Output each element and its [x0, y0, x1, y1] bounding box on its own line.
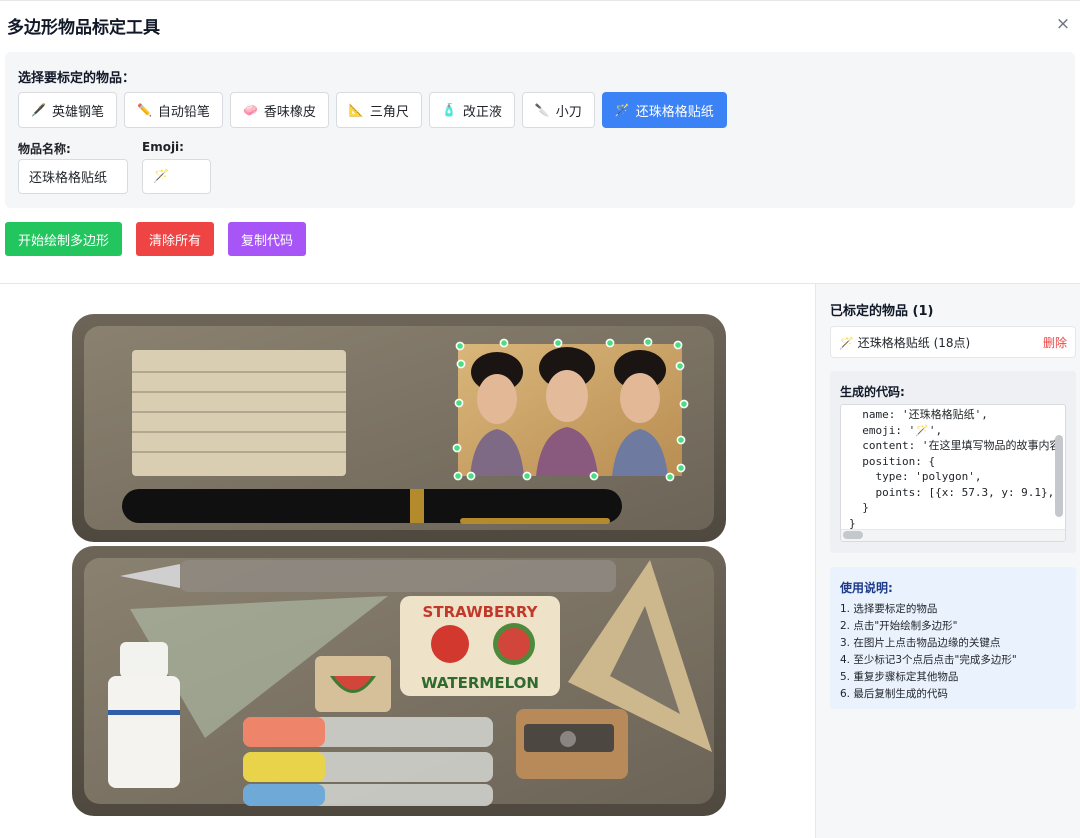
dialog-title: 多边形物品标定工具 [7, 18, 160, 38]
polygon-vertex[interactable] [673, 340, 683, 350]
action-bar: 开始绘制多边形 清除所有 复制代码 [5, 222, 307, 256]
item-chip-label: 自动铅笔 [157, 104, 210, 120]
polygon-vertex[interactable] [553, 338, 563, 348]
item-chip-label: 三角尺 [369, 104, 409, 120]
item-chip-eraser[interactable]: 🧼 香味橡皮 [229, 92, 329, 128]
instruction-step: 4. 至少标记3个点后点击"完成多边形" [840, 654, 1017, 666]
start-polygon-button[interactable]: 开始绘制多边形 [5, 222, 123, 256]
instruction-step: 3. 在图片上点击物品边缘的关键点 [840, 637, 1001, 649]
bottle-icon: 🧴 [441, 103, 457, 117]
marked-item-row: 🪄 还珠格格贴纸 (18点) 删除 [830, 326, 1076, 358]
instruction-step: 5. 重复步骤标定其他物品 [840, 671, 959, 683]
emoji-field[interactable]: 🪄 [142, 159, 211, 194]
small-eraser [315, 656, 391, 712]
polygon-vertex[interactable] [466, 471, 476, 481]
knife-icon: 🔪 [534, 103, 550, 117]
code-output[interactable]: name: '还珠格格贴纸', emoji: '🪄', content: '在这… [840, 404, 1066, 542]
eraser-text-top: STRAWBERRY [423, 603, 539, 621]
pen-icon: 🖋️ [31, 103, 46, 117]
code-line: points: [{x: 57.3, y: 9.1}, [849, 485, 1055, 499]
item-chip-pen[interactable]: 🖋️ 英雄钢笔 [18, 92, 117, 128]
name-field[interactable]: 还珠格格贴纸 [18, 159, 128, 194]
generated-code-title: 生成的代码: [840, 385, 905, 399]
selector-label: 选择要标定的物品： [18, 71, 136, 86]
code-line: } [849, 501, 869, 514]
polygon-vertex[interactable] [456, 359, 466, 369]
item-chip-ruler[interactable]: 📐 三角尺 [335, 92, 422, 128]
vertical-scrollbar[interactable] [1055, 435, 1063, 517]
fountain-pen [122, 489, 622, 524]
item-chip-correction-fluid[interactable]: 🧴 改正液 [428, 92, 515, 128]
horizontal-scroll-track [841, 529, 1065, 541]
pencil-icon: ✏️ [136, 103, 152, 117]
polygon-vertex[interactable] [452, 443, 462, 453]
eraser-text-bottom: WATERMELON [421, 674, 539, 692]
close-icon[interactable]: × [1052, 13, 1074, 35]
mechanical-pencil [120, 560, 616, 592]
polygon-vertex[interactable] [676, 463, 686, 473]
polygon-vertex[interactable] [675, 361, 685, 371]
pencil-sharpener [516, 709, 628, 779]
strawberry-eraser: STRAWBERRY WATERMELON [400, 596, 560, 696]
eraser-icon: 🧼 [242, 103, 258, 117]
polygon-vertex[interactable] [665, 472, 675, 482]
polygon-vertex[interactable] [455, 341, 465, 351]
generated-code-panel: 生成的代码: name: '还珠格格贴纸', emoji: '🪄', conte… [830, 371, 1076, 553]
instructions-title: 使用说明: [840, 581, 893, 595]
code-line: emoji: '🪄', [849, 423, 943, 437]
instruction-step: 1. 选择要标定的物品 [840, 603, 938, 615]
item-chip-label: 还珠格格贴纸 [635, 104, 714, 120]
clear-all-button[interactable]: 清除所有 [136, 222, 215, 256]
code-line: content: '在这里填写物品的故事内容 [849, 439, 1061, 452]
polygon-vertex[interactable] [643, 337, 653, 347]
polygon-vertex[interactable] [676, 435, 686, 445]
polygon-vertex[interactable] [522, 471, 532, 481]
triangle-ruler-icon: 📐 [348, 103, 364, 117]
marked-item-label: 🪄 还珠格格贴纸 (18点) [839, 335, 971, 350]
code-line: name: '还珠格格贴纸', [849, 408, 988, 421]
delete-button[interactable]: 删除 [1043, 334, 1067, 351]
item-chip-label: 英雄钢笔 [51, 104, 104, 120]
item-chip-pencil[interactable]: ✏️ 自动铅笔 [123, 92, 223, 128]
polygon-vertex[interactable] [499, 338, 509, 348]
instruction-step: 2. 点击"开始绘制多边形" [840, 620, 958, 632]
item-chip-label: 改正液 [462, 104, 502, 120]
item-chip-label: 小刀 [555, 104, 582, 120]
code-line: position: { [849, 454, 936, 468]
emoji-field-label: Emoji: [142, 140, 184, 154]
highlighters [243, 717, 493, 806]
item-chip-label: 香味橡皮 [263, 104, 316, 120]
item-selector-panel: 选择要标定的物品： 🖋️ 英雄钢笔 ✏️ 自动铅笔 🧼 香味橡皮 📐 三角尺 🧴 改正液 … [5, 52, 1075, 208]
horizontal-scrollbar[interactable] [843, 531, 863, 539]
magic-wand-icon: 🪄 [614, 103, 630, 117]
instructions-list: 1. 选择要标定的物品 2. 点击"开始绘制多边形" 3. 在图片上点击物品边缘… [840, 601, 1017, 703]
copy-code-button[interactable]: 复制代码 [228, 222, 307, 256]
instruction-step: 6. 最后复制生成的代码 [840, 688, 948, 700]
instructions-panel: 使用说明: 1. 选择要标定的物品 2. 点击"开始绘制多边形" 3. 在图片上… [830, 567, 1076, 709]
item-chip-sticker[interactable]: 🪄 还珠格格贴纸 [601, 92, 727, 128]
polygon-vertex[interactable] [679, 399, 689, 409]
name-field-label: 物品名称: [18, 142, 71, 156]
sticker-image [458, 344, 682, 476]
polygon-vertex[interactable] [605, 338, 615, 348]
polygon-vertex[interactable] [453, 471, 463, 481]
code-text: name: '还珠格格贴纸', emoji: '🪄', content: '在这… [849, 407, 1060, 531]
lined-card [132, 350, 346, 476]
marked-items-title: 已标定的物品 (1) [830, 304, 934, 319]
item-chip-list: 🖋️ 英雄钢笔 ✏️ 自动铅笔 🧼 香味橡皮 📐 三角尺 🧴 改正液 🔪 小刀 🪄 还珠格格贴… [18, 92, 727, 128]
polygon-vertex[interactable] [589, 471, 599, 481]
code-line: type: 'polygon', [849, 470, 982, 483]
dialog-header: 多边形物品标定工具 × [0, 0, 1080, 48]
pencil-box-image[interactable]: STRAWBERRY WATERMELON [0, 284, 815, 838]
polygon-vertex[interactable] [454, 398, 464, 408]
annotation-canvas[interactable]: STRAWBERRY WATERMELON [0, 284, 815, 838]
sidebar: 已标定的物品 (1) 🪄 还珠格格贴纸 (18点) 删除 生成的代码: name… [815, 284, 1080, 838]
item-chip-knife[interactable]: 🔪 小刀 [521, 92, 595, 128]
